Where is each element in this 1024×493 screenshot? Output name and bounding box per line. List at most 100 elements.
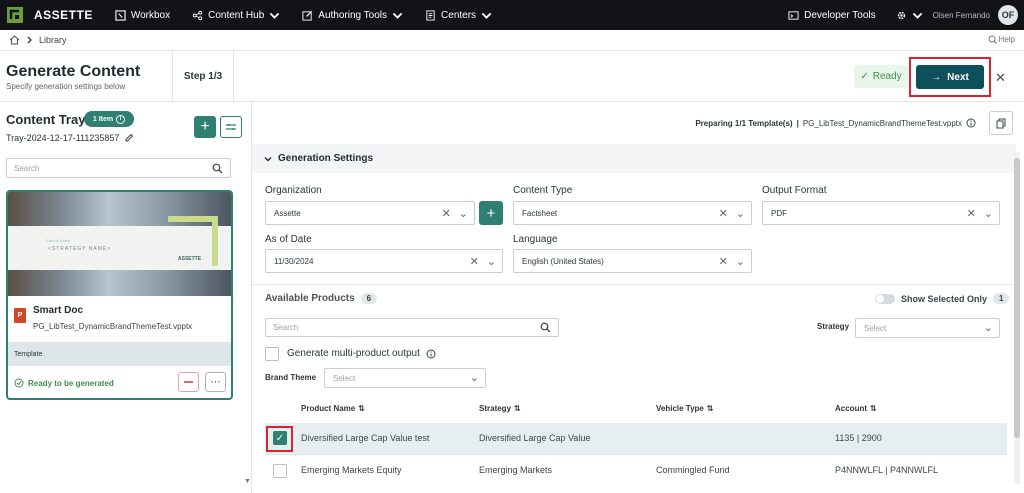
vertical-scrollbar[interactable] bbox=[1014, 152, 1020, 484]
page-title: Generate Content bbox=[6, 63, 141, 80]
copy-settings-button[interactable] bbox=[989, 111, 1013, 135]
arrow-right-icon: → bbox=[931, 71, 942, 83]
ellipsis-icon: ⋯ bbox=[210, 376, 221, 388]
column-header-account[interactable]: Account ⇅ bbox=[835, 404, 877, 413]
account-cell: P4NNWLFL | P4NNWLFL bbox=[835, 465, 939, 475]
minus-icon bbox=[184, 381, 193, 383]
avatar[interactable]: OF bbox=[998, 5, 1018, 25]
check-icon: ✓ bbox=[860, 71, 869, 82]
available-products-title: Available Products bbox=[265, 293, 355, 304]
assette-logo-icon[interactable] bbox=[7, 7, 23, 23]
strategy-filter-label: Strategy bbox=[817, 322, 850, 331]
scrollbar-thumb[interactable] bbox=[1014, 158, 1020, 438]
column-header-product-name[interactable]: Product Name ⇅ bbox=[301, 404, 365, 413]
multi-product-label: Generate multi-product output bbox=[287, 348, 420, 359]
nav-content-hub[interactable]: Content Hub bbox=[192, 10, 280, 21]
chevron-down-icon bbox=[270, 12, 280, 19]
breadcrumb-library[interactable]: Library bbox=[39, 35, 67, 45]
strategy-filter-select[interactable]: Select ⌄ bbox=[855, 318, 1000, 338]
preparing-status: Preparing 1/1 Template(s) | PG_LibTest_D… bbox=[695, 118, 976, 128]
developer-tools-label: Developer Tools bbox=[804, 9, 876, 21]
clear-icon[interactable]: ✕ bbox=[967, 207, 976, 220]
sliders-icon bbox=[226, 124, 236, 130]
chevron-down-icon bbox=[481, 12, 492, 19]
column-header-strategy[interactable]: Strategy ⇅ bbox=[479, 404, 521, 413]
help-icon bbox=[988, 35, 997, 44]
product-search-placeholder: Search bbox=[273, 323, 299, 332]
nav-centers[interactable]: Centers bbox=[425, 10, 492, 21]
info-icon[interactable] bbox=[426, 349, 436, 359]
template-thumbnail: Fact-of-Notes <STRATEGY NAME> ASSETTE bbox=[8, 192, 231, 296]
chevron-down-icon: ⌄ bbox=[735, 256, 745, 268]
help-link[interactable]: Help bbox=[988, 35, 1015, 44]
language-select[interactable]: English (United States) ✕ ⌄ bbox=[513, 249, 752, 273]
content-type-select[interactable]: Factsheet ✕ ⌄ bbox=[513, 201, 752, 225]
chevron-down-icon: ⌄ bbox=[983, 208, 993, 220]
nav-workbox[interactable]: Workbox bbox=[115, 10, 170, 21]
more-options-button[interactable]: ⋯ bbox=[205, 372, 226, 392]
divider bbox=[252, 284, 1014, 285]
strategy-placeholder: Select bbox=[864, 323, 887, 333]
tray-name-label: Tray-2024-12-17-111235857 bbox=[6, 133, 120, 143]
step-indicator: Step 1/3 bbox=[172, 51, 234, 101]
row-checkbox[interactable]: ✓ bbox=[273, 431, 287, 445]
tray-item-card[interactable]: Fact-of-Notes <STRATEGY NAME> ASSETTE P … bbox=[6, 190, 233, 400]
show-selected-toggle[interactable]: Show Selected Only 1 bbox=[875, 293, 1010, 304]
item-file-name: PG_LibTest_DynamicBrandThemeTest.vpptx bbox=[33, 322, 193, 331]
row-checkbox[interactable] bbox=[273, 464, 287, 478]
toggle-switch[interactable] bbox=[875, 293, 895, 304]
pencil-icon[interactable] bbox=[124, 133, 134, 143]
thumbnail-logo: ASSETTE bbox=[178, 256, 202, 262]
brand-theme-select[interactable]: Select ⌄ bbox=[324, 368, 486, 388]
plus-icon: + bbox=[200, 118, 210, 135]
chevron-down-icon: ⌄ bbox=[735, 208, 745, 220]
info-icon[interactable]: i bbox=[116, 114, 126, 124]
chevron-down-icon: ⌄ bbox=[983, 322, 993, 334]
output-format-label: Output Format bbox=[762, 185, 827, 196]
next-button[interactable]: → Next bbox=[916, 65, 984, 89]
as-of-date-label: As of Date bbox=[265, 234, 312, 245]
generation-settings-header[interactable]: Generation Settings bbox=[252, 144, 1016, 173]
info-icon[interactable] bbox=[966, 118, 976, 128]
home-icon[interactable] bbox=[9, 35, 20, 45]
scroll-down-arrow-icon[interactable]: ▼ bbox=[244, 478, 251, 485]
thumbnail-small-text: Fact-of-Notes bbox=[46, 238, 71, 243]
close-icon[interactable]: ✕ bbox=[995, 70, 1006, 86]
product-search-input[interactable]: Search bbox=[265, 318, 559, 337]
developer-tools-button[interactable]: Developer Tools bbox=[788, 10, 876, 21]
nav-authoring-tools[interactable]: Authoring Tools bbox=[302, 10, 403, 21]
brand-name[interactable]: ASSETTE bbox=[34, 8, 93, 22]
checkmark-icon: ✓ bbox=[275, 432, 285, 444]
item-count-label: 1 Item bbox=[92, 115, 114, 123]
preparing-label: Preparing 1/1 Template(s) bbox=[695, 118, 793, 128]
generation-settings-title: Generation Settings bbox=[278, 153, 374, 164]
breadcrumb: Library bbox=[0, 30, 1024, 51]
organization-label: Organization bbox=[265, 185, 322, 196]
clear-icon[interactable]: ✕ bbox=[719, 255, 728, 268]
sort-icon: ⇅ bbox=[514, 404, 521, 413]
share-icon bbox=[192, 10, 203, 20]
remove-item-button[interactable] bbox=[178, 372, 199, 392]
tray-options-button[interactable] bbox=[220, 116, 242, 138]
clear-icon[interactable]: ✕ bbox=[719, 207, 728, 220]
add-organization-button[interactable]: + bbox=[479, 201, 503, 225]
nav-authoring-tools-label: Authoring Tools bbox=[318, 9, 388, 21]
tray-search-input[interactable]: Search bbox=[6, 158, 231, 178]
settings-menu[interactable] bbox=[896, 10, 923, 21]
as-of-date-select[interactable]: 11/30/2024 ✕ ⌄ bbox=[265, 249, 503, 273]
multi-product-checkbox[interactable] bbox=[265, 347, 279, 361]
chevron-down-icon: ⌄ bbox=[486, 256, 496, 268]
table-row[interactable]: Emerging Markets Equity Emerging Markets… bbox=[265, 454, 1007, 485]
clear-icon[interactable]: ✕ bbox=[470, 255, 479, 268]
selected-count-badge: 1 bbox=[993, 293, 1010, 304]
copy-icon bbox=[996, 118, 1006, 128]
table-row[interactable]: ✓ Diversified Large Cap Value test Diver… bbox=[265, 423, 1007, 454]
account-cell: 1135 | 2900 bbox=[835, 433, 882, 443]
content-type-label: Content Type bbox=[513, 185, 573, 196]
column-header-vehicle-type[interactable]: Vehicle Type ⇅ bbox=[656, 404, 714, 413]
add-to-tray-button[interactable]: + bbox=[194, 116, 216, 138]
output-format-select[interactable]: PDF ✕ ⌄ bbox=[762, 201, 1000, 225]
nav-content-hub-label: Content Hub bbox=[208, 9, 265, 21]
organization-select[interactable]: Assette ✕ ⌄ bbox=[265, 201, 475, 225]
clear-icon[interactable]: ✕ bbox=[442, 207, 451, 220]
